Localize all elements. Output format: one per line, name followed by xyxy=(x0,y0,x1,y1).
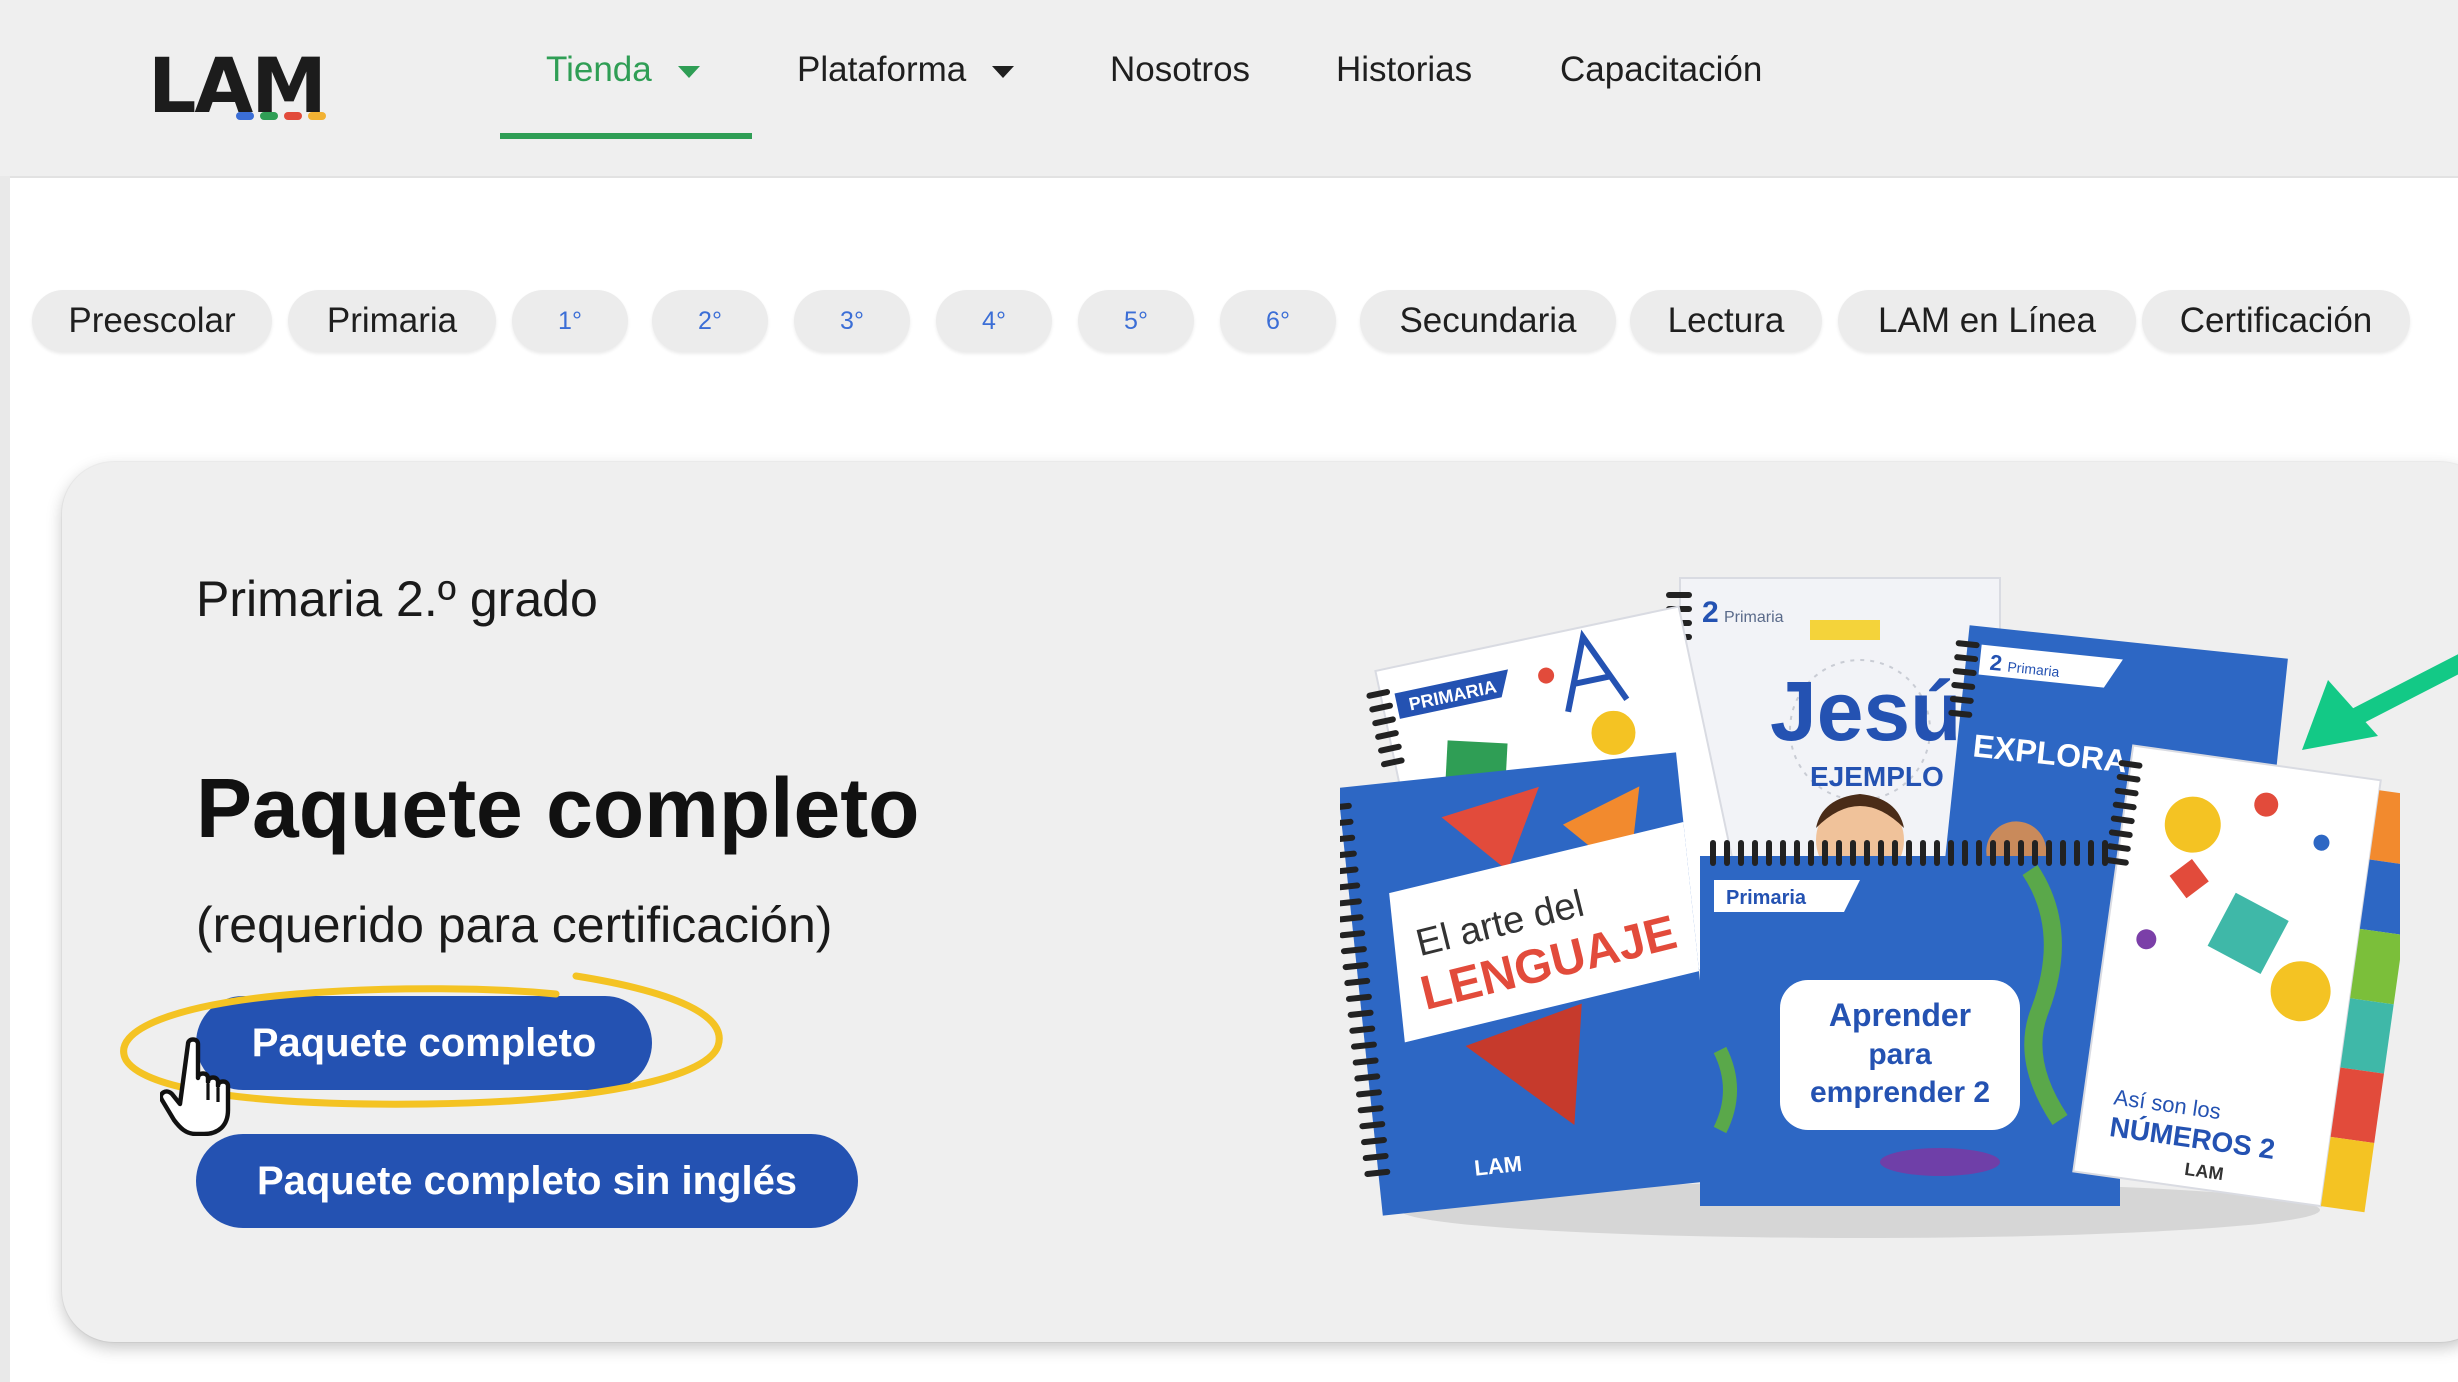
filter-chip-primaria[interactable]: Primaria xyxy=(288,290,496,352)
chip-label: Preescolar xyxy=(68,301,236,340)
logo-dot-yellow xyxy=(308,112,326,120)
paquete-sin-ingles-button[interactable]: Paquete completo sin inglés xyxy=(196,1134,858,1228)
book-arte-lenguaje-cover: El arte del LENGUAJE LAM xyxy=(1340,752,1721,1216)
nav-item-historias[interactable]: Historias xyxy=(1336,0,1472,140)
chip-label: 3° xyxy=(840,306,864,335)
nav-item-label: Historias xyxy=(1336,50,1473,89)
book-bundle-image: 2 Primaria Jesús EJEMPLO PRIMARIA 2 Prim… xyxy=(1340,577,2400,1238)
nav-item-capacitacion[interactable]: Capacitación xyxy=(1560,0,1762,140)
chip-label: Lectura xyxy=(1667,301,1785,340)
logo-dot-red xyxy=(284,112,302,120)
nav-item-label: Plataforma xyxy=(797,50,967,89)
book-jesus-subtitle: EJEMPLO xyxy=(1810,761,1944,792)
chip-label: Certificación xyxy=(2179,301,2373,340)
filter-chip-grade-1[interactable]: 1° xyxy=(512,290,628,352)
package-title: Paquete completo xyxy=(196,761,920,855)
filter-chip-preescolar[interactable]: Preescolar xyxy=(32,290,272,352)
active-tab-underline xyxy=(500,133,752,139)
filter-chip-secundaria[interactable]: Secundaria xyxy=(1360,290,1616,352)
filter-chip-grade-2[interactable]: 2° xyxy=(652,290,768,352)
grade-title: Primaria 2.º grado xyxy=(196,571,598,627)
chevron-down-icon xyxy=(992,66,1015,78)
nav-item-label: Capacitación xyxy=(1560,50,1763,89)
chip-label: Secundaria xyxy=(1399,301,1577,340)
chip-label: LAM en Línea xyxy=(1878,301,2096,340)
logo-dot-green xyxy=(260,112,278,120)
logo-color-dots xyxy=(236,112,326,120)
nav-item-nosotros[interactable]: Nosotros xyxy=(1110,0,1250,140)
logo-dot-blue xyxy=(236,112,254,120)
filter-chip-lectura[interactable]: Lectura xyxy=(1630,290,1822,352)
nav-item-tienda[interactable]: Tienda xyxy=(546,0,700,140)
chevron-down-icon xyxy=(677,66,700,78)
nav-item-label: Nosotros xyxy=(1110,50,1251,89)
book-aprender-line3: emprender 2 xyxy=(1810,1076,1990,1109)
book-grade-small: Primaria xyxy=(1724,609,1784,626)
left-edge-strip xyxy=(0,176,10,1382)
lam-logo[interactable]: LAM xyxy=(148,44,328,128)
book-aprender-line2: para xyxy=(1868,1038,1932,1071)
book-aprender-tab: Primaria xyxy=(1726,887,1807,909)
package-subtitle: (requerido para certificación) xyxy=(196,897,833,953)
filter-chip-certificacion[interactable]: Certificación xyxy=(2142,290,2410,352)
button-label: Paquete completo xyxy=(251,1020,597,1065)
hand-pointer-icon xyxy=(160,1037,231,1136)
chip-label: 2° xyxy=(698,306,722,335)
filter-chip-grade-4[interactable]: 4° xyxy=(936,290,1052,352)
filter-chip-grade-5[interactable]: 5° xyxy=(1078,290,1194,352)
paquete-completo-button[interactable]: Paquete completo xyxy=(196,996,652,1090)
filter-chip-lam-en-linea[interactable]: LAM en Línea xyxy=(1838,290,2136,352)
chip-label: 6° xyxy=(1266,306,1290,335)
chip-label: 4° xyxy=(982,306,1006,335)
chip-label: 5° xyxy=(1124,306,1148,335)
nav-item-plataforma[interactable]: Plataforma xyxy=(797,0,1015,140)
book-aprender-line1: Aprender xyxy=(1829,997,1971,1033)
chip-label: Primaria xyxy=(326,301,458,340)
button-label: Paquete completo sin inglés xyxy=(256,1158,798,1203)
chip-label: 1° xyxy=(558,306,582,335)
filter-chip-grade-6[interactable]: 6° xyxy=(1220,290,1336,352)
filter-chip-grade-3[interactable]: 3° xyxy=(794,290,910,352)
book-aprender-cover: Primaria Aprender para emprender 2 xyxy=(1700,840,2120,1206)
nav-item-label: Tienda xyxy=(546,50,652,89)
book-publisher-1: LAM xyxy=(1473,1151,1523,1181)
book-grade-badge-2: 2 xyxy=(1989,650,2004,676)
book-grade-badge: 2 xyxy=(1702,596,1719,629)
